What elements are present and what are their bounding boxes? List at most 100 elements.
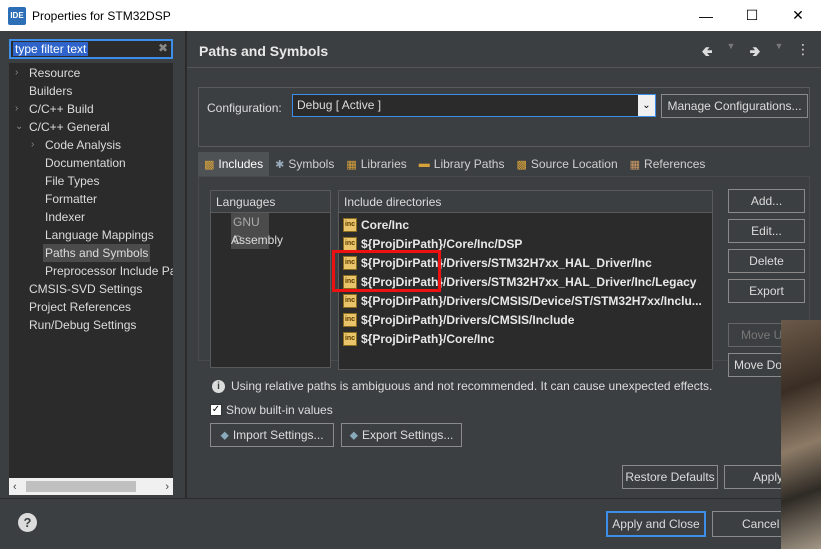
tab-symbols[interactable]: ✱ Symbols — [269, 152, 340, 176]
tree-item-documentation[interactable]: Documentation — [9, 154, 173, 172]
include-path: Core/Inc — [361, 218, 410, 232]
back-menu-icon[interactable]: ▼ — [723, 41, 739, 65]
more-menu-icon[interactable]: ⋮ — [795, 41, 811, 65]
window-title: Properties for STM32DSP — [32, 8, 171, 23]
tab-references[interactable]: ▦ References — [624, 152, 712, 176]
back-arrow-icon[interactable]: 🢀 — [699, 41, 715, 65]
tree-item-label: Builders — [29, 84, 73, 98]
restore-defaults-button[interactable]: Restore Defaults — [622, 465, 718, 489]
scroll-left-icon[interactable]: ‹ — [13, 481, 17, 493]
property-tree: › Resource Builders › C/C++ Build ⌄ C/C++ G… — [9, 63, 173, 495]
collapse-arrow-icon[interactable]: ⌄ — [15, 118, 23, 136]
app-icon: IDE — [8, 6, 26, 25]
tree-item-preprocessor-include[interactable]: Preprocessor Include Pat — [9, 262, 173, 280]
edit-button[interactable]: Edit... — [728, 219, 805, 243]
import-settings-button[interactable]: ⬥ Import Settings... — [210, 423, 334, 447]
list-item[interactable]: inc ${ProjDirPath}/Drivers/CMSIS/Device/S… — [343, 292, 712, 310]
apply-and-close-button[interactable]: Apply and Close — [606, 511, 706, 537]
tree-item-code-analysis[interactable]: › Code Analysis — [9, 136, 173, 154]
info-icon: i — [212, 379, 225, 393]
tree-item-label: File Types — [45, 174, 100, 188]
horizontal-scrollbar[interactable]: ‹ › — [9, 478, 173, 495]
tree-item-run-debug[interactable]: Run/Debug Settings — [9, 316, 173, 334]
maximize-icon[interactable]: ☐ — [729, 0, 775, 31]
manage-configurations-button[interactable]: Manage Configurations... — [661, 94, 808, 118]
title-bar: IDE Properties for STM32DSP — ☐ ✕ — [0, 0, 821, 31]
scroll-right-icon[interactable]: › — [165, 481, 169, 493]
tree-item-paths-and-symbols[interactable]: Paths and Symbols — [9, 244, 173, 262]
configuration-select[interactable]: Debug [ Active ] ⌄ — [292, 94, 656, 117]
language-item[interactable]: Assembly — [211, 231, 330, 249]
help-icon[interactable]: ? — [18, 513, 37, 532]
configuration-group: Configuration: Debug [ Active ] ⌄ Manage… — [198, 87, 810, 147]
tree-item-label: C/C++ General — [29, 120, 110, 134]
list-item[interactable]: inc ${ProjDirPath}/Core/Inc — [343, 330, 712, 348]
tree-item-project-references[interactable]: Project References — [9, 298, 173, 316]
tree-item-file-types[interactable]: File Types — [9, 172, 173, 190]
language-label: Assembly — [231, 233, 284, 247]
tab-includes[interactable]: ▩ Includes — [198, 152, 270, 176]
expand-arrow-icon[interactable]: › — [31, 136, 34, 154]
tree-item-resource[interactable]: › Resource — [9, 64, 173, 82]
tab-label: Symbols — [288, 157, 335, 171]
minimize-icon[interactable]: — — [683, 0, 729, 31]
tab-label: Source Location — [530, 157, 618, 171]
expand-arrow-icon[interactable]: › — [15, 100, 18, 118]
tab-source-location[interactable]: ▩ Source Location — [510, 152, 623, 176]
forward-menu-icon[interactable]: ▼ — [771, 41, 787, 65]
symbols-icon: ✱ — [275, 158, 285, 171]
show-builtin-label: Show built-in values — [226, 403, 333, 417]
tree-item-language-mappings[interactable]: Language Mappings — [9, 226, 173, 244]
include-folder-icon: inc — [343, 218, 357, 232]
expand-arrow-icon[interactable]: › — [15, 64, 18, 82]
clear-filter-icon[interactable]: ✖ — [158, 41, 168, 55]
page-title: Paths and Symbols — [199, 43, 329, 59]
tab-bar: ▩ Includes ✱ Symbols ▦ Libraries ▬ Library P… — [198, 152, 711, 176]
include-folder-icon: inc — [343, 294, 357, 308]
window-controls: — ☐ ✕ — [683, 0, 821, 31]
include-path: ${ProjDirPath}/Drivers/CMSIS/Include — [361, 313, 575, 327]
tree-item-label: C/C++ Build — [29, 102, 94, 116]
left-pane: type filter text ✖ › Resource Builders › C… — [0, 31, 185, 498]
tree-item-label: Code Analysis — [45, 138, 122, 152]
include-folder-icon: inc — [343, 332, 357, 346]
import-icon: ⬥ — [220, 427, 229, 442]
checkbox-checked-icon[interactable]: ✓ — [210, 404, 222, 416]
tab-libraries[interactable]: ▦ Libraries — [340, 152, 412, 176]
tree-item-c-cpp-build[interactable]: › C/C++ Build — [9, 100, 173, 118]
tab-label: References — [644, 157, 706, 171]
list-item[interactable]: inc Core/Inc — [343, 216, 712, 234]
scroll-thumb[interactable] — [26, 481, 136, 492]
tree-item-label: Run/Debug Settings — [29, 318, 137, 332]
import-settings-label: Import Settings... — [232, 428, 324, 442]
overlapping-image — [781, 320, 821, 549]
dialog-footer: ? Apply and Close Cancel — [0, 498, 821, 549]
tree-item-builders[interactable]: Builders — [9, 82, 173, 100]
include-path: ${ProjDirPath}/Core/Inc — [361, 332, 495, 346]
tree-item-cmsis-svd[interactable]: CMSIS-SVD Settings — [9, 280, 173, 298]
close-icon[interactable]: ✕ — [775, 0, 821, 31]
tab-library-paths[interactable]: ▬ Library Paths — [413, 152, 511, 176]
add-button[interactable]: Add... — [728, 189, 805, 213]
source-location-icon: ▩ — [516, 158, 527, 171]
forward-arrow-icon[interactable]: 🢂 — [747, 41, 763, 65]
languages-list: Languages GNU C Assembly — [210, 190, 331, 368]
right-pane: Paths and Symbols 🢀 ▼ 🢂 ▼ ⋮ Configuratio… — [187, 31, 821, 498]
include-folder-icon: inc — [343, 313, 357, 327]
show-builtin-values-checkbox[interactable]: ✓ Show built-in values — [210, 403, 333, 417]
chevron-down-icon[interactable]: ⌄ — [638, 95, 655, 116]
tree-item-c-cpp-general[interactable]: ⌄ C/C++ General — [9, 118, 173, 136]
tree-item-formatter[interactable]: Formatter — [9, 190, 173, 208]
references-icon: ▦ — [629, 158, 641, 171]
include-folder-icon: inc — [343, 237, 357, 251]
tree-item-label: Documentation — [45, 156, 126, 170]
tree-item-indexer[interactable]: Indexer — [9, 208, 173, 226]
filter-input[interactable]: type filter text ✖ — [9, 39, 173, 59]
list-item[interactable]: inc ${ProjDirPath}/Drivers/CMSIS/Include — [343, 311, 712, 329]
export-settings-button[interactable]: ⬥ Export Settings... — [341, 423, 462, 447]
export-button[interactable]: Export — [728, 279, 805, 303]
includes-tab-body: Languages GNU C Assembly Include directo… — [198, 176, 810, 370]
language-item[interactable]: GNU C — [211, 213, 330, 249]
delete-button[interactable]: Delete — [728, 249, 805, 273]
tab-label: Includes — [218, 157, 264, 171]
